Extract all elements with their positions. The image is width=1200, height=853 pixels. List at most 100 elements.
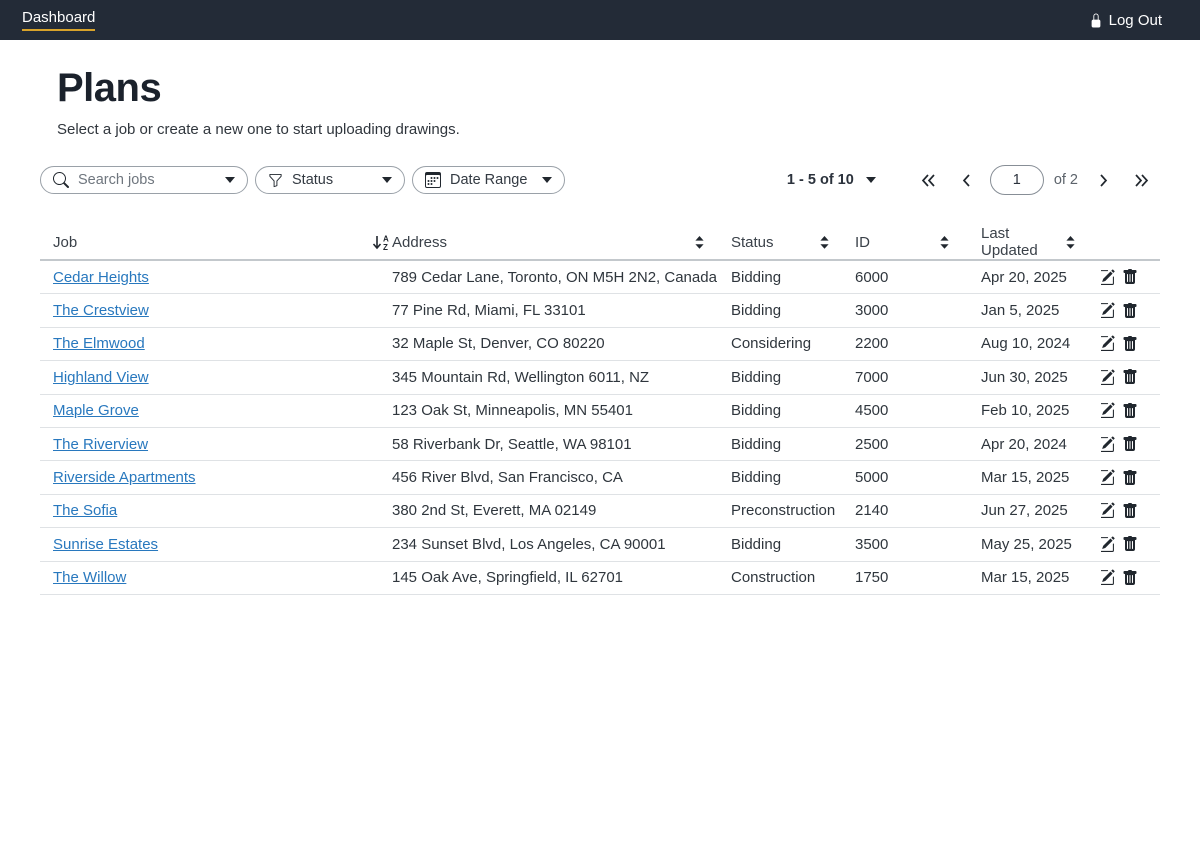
job-cell: The Elmwood bbox=[40, 335, 392, 352]
job-link[interactable]: Cedar Heights bbox=[53, 269, 149, 286]
status-cell: Bidding bbox=[731, 469, 855, 486]
actions-cell bbox=[1101, 269, 1160, 286]
delete-button[interactable] bbox=[1122, 269, 1138, 285]
column-label: Job bbox=[53, 234, 77, 251]
table-row: Maple Grove 123 Oak St, Minneapolis, MN … bbox=[40, 395, 1160, 428]
column-header-job[interactable]: Job A Z bbox=[40, 234, 392, 251]
page-size-dropdown[interactable]: 1 - 5 of 10 bbox=[787, 172, 876, 188]
delete-button[interactable] bbox=[1122, 436, 1138, 452]
edit-button[interactable] bbox=[1101, 469, 1115, 486]
updated-cell: Apr 20, 2024 bbox=[981, 436, 1101, 453]
logout-button[interactable]: Log Out bbox=[1089, 12, 1162, 29]
updated-cell: Mar 15, 2025 bbox=[981, 569, 1101, 586]
actions-cell bbox=[1101, 569, 1160, 586]
job-link[interactable]: Riverside Apartments bbox=[53, 469, 196, 486]
status-cell: Preconstruction bbox=[731, 502, 855, 519]
column-header-id[interactable]: ID bbox=[855, 234, 981, 251]
edit-button[interactable] bbox=[1101, 302, 1115, 319]
delete-button[interactable] bbox=[1122, 303, 1138, 319]
edit-button[interactable] bbox=[1101, 269, 1115, 286]
updated-cell: Feb 10, 2025 bbox=[981, 402, 1101, 419]
edit-pencil-icon bbox=[1101, 369, 1115, 386]
trash-icon bbox=[1122, 570, 1138, 586]
id-cell: 2200 bbox=[855, 335, 981, 352]
trash-icon bbox=[1122, 503, 1138, 519]
page-subtitle: Select a job or create a new one to star… bbox=[57, 121, 1160, 138]
pagination: 1 - 5 of 10 of 2 bbox=[787, 165, 1160, 195]
table-row: The Elmwood 32 Maple St, Denver, CO 8022… bbox=[40, 328, 1160, 361]
column-header-address[interactable]: Address bbox=[392, 234, 731, 251]
job-link[interactable]: The Crestview bbox=[53, 302, 149, 319]
job-link[interactable]: The Elmwood bbox=[53, 335, 145, 352]
address-cell: 345 Mountain Rd, Wellington 6011, NZ bbox=[392, 369, 731, 386]
job-cell: Maple Grove bbox=[40, 402, 392, 419]
edit-button[interactable] bbox=[1101, 536, 1115, 553]
job-link[interactable]: Maple Grove bbox=[53, 402, 139, 419]
page-title: Plans bbox=[57, 66, 1160, 111]
chevron-right-icon bbox=[1099, 174, 1108, 187]
sort-updown-icon bbox=[695, 236, 704, 249]
delete-button[interactable] bbox=[1122, 403, 1138, 419]
delete-button[interactable] bbox=[1122, 470, 1138, 486]
updated-cell: Jan 5, 2025 bbox=[981, 302, 1101, 319]
edit-pencil-icon bbox=[1101, 402, 1115, 419]
address-cell: 58 Riverbank Dr, Seattle, WA 98101 bbox=[392, 436, 731, 453]
first-page-button[interactable] bbox=[919, 170, 939, 190]
actions-cell bbox=[1101, 436, 1160, 453]
address-cell: 234 Sunset Blvd, Los Angeles, CA 90001 bbox=[392, 536, 731, 553]
sort-updown-icon bbox=[940, 236, 949, 249]
previous-page-button[interactable] bbox=[957, 170, 977, 190]
status-filter-dropdown[interactable]: Status bbox=[255, 166, 405, 194]
trash-icon bbox=[1122, 336, 1138, 352]
topbar: Dashboard Log Out bbox=[0, 0, 1200, 40]
updated-cell: Apr 20, 2025 bbox=[981, 269, 1101, 286]
lock-icon bbox=[1089, 13, 1103, 28]
edit-pencil-icon bbox=[1101, 569, 1115, 586]
page-number-input[interactable] bbox=[990, 165, 1044, 195]
address-cell: 145 Oak Ave, Springfield, IL 62701 bbox=[392, 569, 731, 586]
actions-cell bbox=[1101, 369, 1160, 386]
job-cell: The Crestview bbox=[40, 302, 392, 319]
job-link[interactable]: The Sofia bbox=[53, 502, 117, 519]
delete-button[interactable] bbox=[1122, 570, 1138, 586]
table-row: The Willow 145 Oak Ave, Springfield, IL … bbox=[40, 562, 1160, 595]
trash-icon bbox=[1122, 269, 1138, 285]
next-page-button[interactable] bbox=[1093, 170, 1113, 190]
job-link[interactable]: The Riverview bbox=[53, 436, 148, 453]
double-chevron-right-icon bbox=[1134, 174, 1149, 187]
edit-button[interactable] bbox=[1101, 369, 1115, 386]
table-row: The Sofia 380 2nd St, Everett, MA 02149 … bbox=[40, 495, 1160, 528]
edit-button[interactable] bbox=[1101, 402, 1115, 419]
id-cell: 4500 bbox=[855, 402, 981, 419]
delete-button[interactable] bbox=[1122, 503, 1138, 519]
delete-button[interactable] bbox=[1122, 536, 1138, 552]
address-cell: 77 Pine Rd, Miami, FL 33101 bbox=[392, 302, 731, 319]
search-jobs-placeholder: Search jobs bbox=[78, 172, 216, 188]
id-cell: 2500 bbox=[855, 436, 981, 453]
status-filter-label: Status bbox=[292, 172, 373, 188]
delete-button[interactable] bbox=[1122, 369, 1138, 385]
date-range-dropdown[interactable]: Date Range bbox=[412, 166, 565, 194]
updated-cell: Aug 10, 2024 bbox=[981, 335, 1101, 352]
table-row: Cedar Heights 789 Cedar Lane, Toronto, O… bbox=[40, 261, 1160, 294]
edit-button[interactable] bbox=[1101, 436, 1115, 453]
column-header-last-updated[interactable]: Last Updated bbox=[981, 225, 1101, 259]
page-of-label: of 2 bbox=[1054, 172, 1078, 188]
edit-button[interactable] bbox=[1101, 569, 1115, 586]
job-link[interactable]: Sunrise Estates bbox=[53, 536, 158, 553]
job-link[interactable]: The Willow bbox=[53, 569, 126, 586]
job-link[interactable]: Highland View bbox=[53, 369, 149, 386]
delete-button[interactable] bbox=[1122, 336, 1138, 352]
search-jobs-dropdown[interactable]: Search jobs bbox=[40, 166, 248, 194]
last-page-button[interactable] bbox=[1131, 170, 1151, 190]
edit-button[interactable] bbox=[1101, 502, 1115, 519]
address-cell: 32 Maple St, Denver, CO 80220 bbox=[392, 335, 731, 352]
edit-button[interactable] bbox=[1101, 335, 1115, 352]
edit-pencil-icon bbox=[1101, 335, 1115, 352]
filters: Search jobs Status bbox=[40, 166, 565, 194]
dashboard-link[interactable]: Dashboard bbox=[22, 9, 95, 31]
column-header-status[interactable]: Status bbox=[731, 234, 855, 251]
column-label: Address bbox=[392, 234, 447, 251]
status-cell: Bidding bbox=[731, 269, 855, 286]
job-cell: Sunrise Estates bbox=[40, 536, 392, 553]
